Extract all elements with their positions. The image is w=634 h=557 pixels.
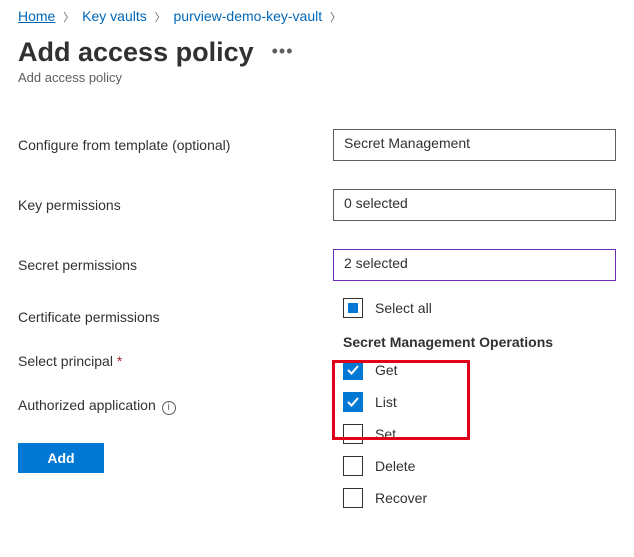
option-list[interactable]: List: [333, 386, 634, 418]
option-set[interactable]: Set: [333, 418, 634, 450]
secret-permissions-select[interactable]: 2 selected: [333, 249, 616, 281]
breadcrumb: Home 〉 Key vaults 〉 purview-demo-key-vau…: [18, 6, 616, 25]
option-delete[interactable]: Delete: [333, 450, 634, 482]
template-select[interactable]: Secret Management: [333, 129, 616, 161]
breadcrumb-home[interactable]: Home: [18, 8, 55, 24]
option-select-all[interactable]: Select all: [333, 292, 634, 324]
dropdown-group-header: Secret Management Operations: [333, 324, 634, 354]
chevron-right-icon: 〉: [155, 12, 166, 24]
option-recover[interactable]: Recover: [333, 482, 634, 514]
breadcrumb-keyvaults[interactable]: Key vaults: [82, 8, 147, 24]
label-key-permissions: Key permissions: [18, 197, 333, 213]
label-template: Configure from template (optional): [18, 137, 333, 153]
checkbox-empty-icon[interactable]: [343, 488, 363, 508]
checkbox-empty-icon[interactable]: [343, 424, 363, 444]
breadcrumb-vault[interactable]: purview-demo-key-vault: [174, 8, 323, 24]
checkbox-checked-icon[interactable]: [343, 360, 363, 380]
option-label: Delete: [375, 458, 415, 474]
key-permissions-select[interactable]: 0 selected: [333, 189, 616, 221]
option-label: Recover: [375, 490, 427, 506]
option-label: Select all: [375, 300, 432, 316]
add-button[interactable]: Add: [18, 443, 104, 473]
checkbox-checked-icon[interactable]: [343, 392, 363, 412]
option-label: Get: [375, 362, 398, 378]
label-select-principal: Select principal *: [18, 353, 333, 369]
option-get[interactable]: Get: [333, 354, 634, 386]
info-icon[interactable]: i: [162, 401, 176, 415]
page-subtitle: Add access policy: [18, 70, 616, 85]
checkbox-empty-icon[interactable]: [343, 456, 363, 476]
option-label: Set: [375, 426, 396, 442]
secret-permissions-dropdown: Select all Secret Management Operations …: [333, 292, 634, 514]
checkbox-partial-icon[interactable]: [343, 298, 363, 318]
chevron-right-icon: 〉: [63, 12, 74, 24]
more-menu-icon[interactable]: •••: [272, 41, 294, 62]
label-authorized-application: Authorized application i: [18, 397, 333, 415]
required-icon: *: [117, 353, 122, 369]
label-certificate-permissions: Certificate permissions: [18, 309, 333, 325]
chevron-right-icon: 〉: [330, 12, 341, 24]
option-label: List: [375, 394, 397, 410]
label-secret-permissions: Secret permissions: [18, 257, 333, 273]
page-title: Add access policy: [18, 37, 254, 68]
